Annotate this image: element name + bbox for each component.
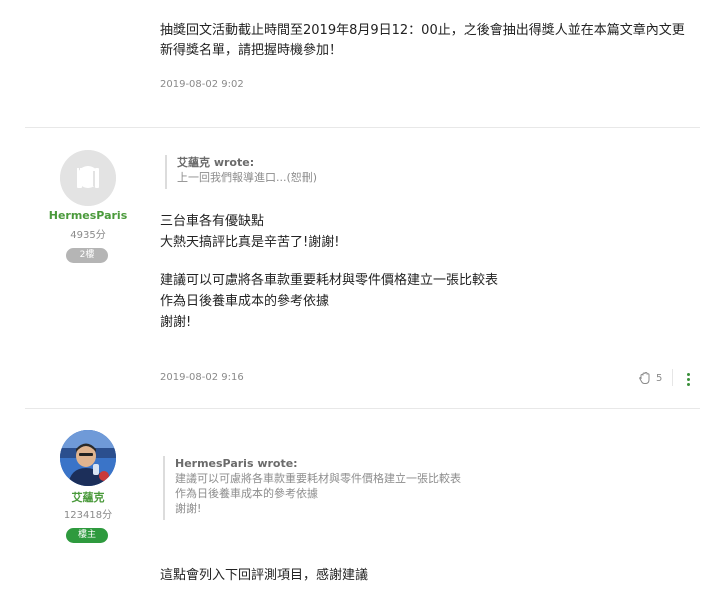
post-2-quote: 艾蘊克 wrote: 上一回我們報導進口...(恕刪): [165, 155, 317, 189]
post-divider: [25, 408, 700, 409]
post-divider: [25, 127, 700, 128]
post-2-body-line: 謝謝!: [160, 315, 192, 330]
quote-line: 上一回我們報導進口...(恕刪): [177, 171, 318, 184]
default-avatar[interactable]: [60, 150, 116, 206]
quote-author[interactable]: HermesParis wrote:: [175, 456, 461, 471]
like-button[interactable]: 5: [638, 370, 662, 386]
floor-badge[interactable]: 2樓: [66, 248, 108, 263]
post-2-user-score: 4935分: [70, 230, 106, 241]
post-3-quote: HermesParis wrote: 建議可以可慮將各車款重要耗材與零件價格建立…: [163, 456, 461, 520]
post-2-timestamp[interactable]: 2019-08-02 9:16: [160, 372, 244, 383]
post-2-body: 三台車各有優缺點 大熱天搞評比真是辛苦了!謝謝! 建議可以可慮將各車款重要耗材與…: [160, 211, 498, 333]
post-3-username[interactable]: 艾蘊克: [40, 489, 136, 505]
op-badge[interactable]: 樓主: [66, 528, 108, 543]
post-2-body-line: 大熱天搞評比真是辛苦了!謝謝!: [160, 235, 340, 250]
post-action-divider: [672, 369, 673, 386]
user-placeholder-icon: [60, 150, 116, 206]
post-1-line-2: 新得獎名單，請把握時機參加！: [160, 43, 343, 58]
post-3-body-line: 這點會列入下回評測項目，感謝建議: [160, 568, 369, 583]
avatar-photo-icon: [60, 430, 116, 486]
post-2-body-line: 三台車各有優缺點: [160, 214, 265, 229]
post-2-body-line: 作為日後養車成本的參考依據: [160, 294, 330, 309]
quote-line: 作為日後養車成本的參考依據: [175, 487, 318, 500]
clap-icon: [639, 371, 650, 384]
post-2-username[interactable]: HermesParis: [40, 209, 136, 222]
post-3-user-score: 123418分: [63, 510, 113, 521]
like-count: 5: [656, 372, 663, 384]
quote-line: 謝謝!: [175, 502, 202, 515]
quote-line: 建議可以可慮將各車款重要耗材與零件價格建立一張比較表: [175, 472, 461, 485]
post-2-body-line: [160, 253, 498, 270]
more-options-icon[interactable]: [687, 373, 690, 388]
quote-author[interactable]: 艾蘊克 wrote:: [177, 155, 317, 170]
post-1-timestamp[interactable]: 2019-08-02 9:02: [160, 79, 244, 90]
post-2-body-line: 建議可以可慮將各車款重要耗材與零件價格建立一張比較表: [160, 273, 499, 288]
cropped-text-fragment: [160, 0, 490, 2]
user-avatar-photo[interactable]: [60, 430, 116, 486]
